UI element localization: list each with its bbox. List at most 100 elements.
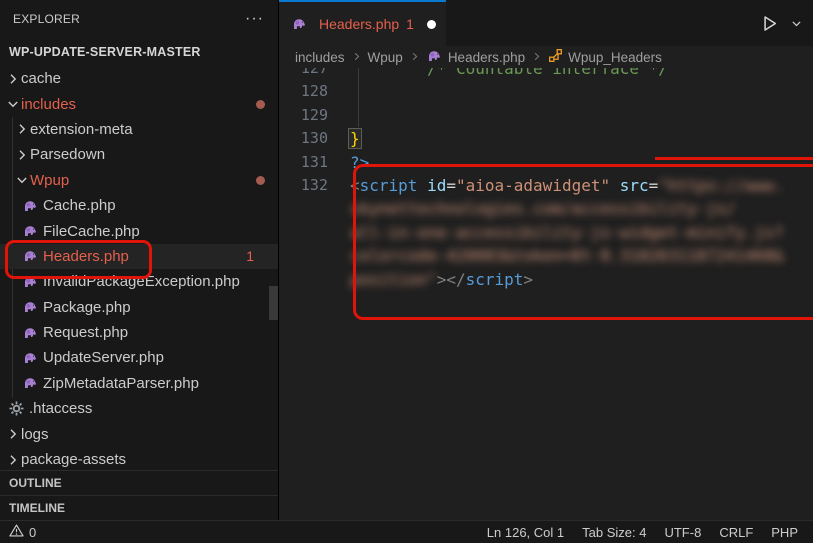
tab-label: Headers.php: [319, 16, 400, 32]
chevron-right-icon: [4, 452, 21, 468]
chevron-right-icon: [4, 71, 21, 87]
tree-item-zipmetadataparser-php[interactable]: ZipMetadataParser.php: [0, 371, 278, 396]
tree-item-label: package-assets: [21, 451, 127, 469]
breadcrumb-sep-icon: [351, 50, 362, 65]
tree-item-extension-meta[interactable]: extension-meta: [0, 117, 278, 142]
project-root-label[interactable]: WP-UPDATE-SERVER-MASTER: [0, 38, 278, 66]
code-text: ?>: [350, 152, 370, 172]
tree-item-wpup[interactable]: Wpup: [0, 168, 278, 193]
warning-icon: [9, 523, 24, 541]
problems-status[interactable]: 0: [0, 523, 36, 541]
error-dot-badge: [256, 175, 265, 185]
warning-count: 0: [29, 524, 37, 540]
breadcrumb-item-wpup[interactable]: Wpup: [368, 50, 403, 65]
tree-item-headers-php[interactable]: Headers.php 1: [0, 243, 278, 270]
line-number: [279, 244, 328, 267]
code-line-wrap[interactable]: colorcode-420083&token=8t-8.318263118724…: [279, 244, 813, 267]
php-icon: [22, 375, 39, 391]
chevron-right-icon: [13, 147, 30, 163]
tree-item-label: logs: [21, 425, 49, 443]
code-text: colorcode-420083&token=8t-8.318263118724…: [350, 246, 784, 266]
breadcrumb-item-wpup-headers[interactable]: Wpup_Headers: [548, 48, 662, 66]
code-line-129[interactable]: 129: [279, 104, 813, 127]
timeline-section-label: TIMELINE: [9, 501, 65, 515]
php-icon: [291, 16, 308, 32]
chevron-down-icon: [13, 172, 30, 188]
explorer-title: EXPLORER: [13, 12, 80, 26]
code-line-128[interactable]: 128: [279, 80, 813, 103]
run-icon[interactable]: [760, 14, 779, 33]
ellipsis-icon[interactable]: ···: [245, 11, 264, 27]
tree-item-parsedown[interactable]: Parsedown: [0, 142, 278, 167]
tree-item-logs[interactable]: logs: [0, 421, 278, 446]
code-text: position"></script>: [350, 269, 534, 289]
tree-item-package-php[interactable]: Package.php: [0, 295, 278, 320]
line-number: [279, 268, 328, 291]
php-icon: [22, 274, 39, 290]
error-dot-badge: [256, 99, 265, 109]
code-text: }: [348, 128, 362, 150]
line-number: 132: [300, 175, 328, 194]
tree-item-label: Parsedown: [30, 146, 106, 164]
status-item-tab-size-4[interactable]: Tab Size: 4: [573, 525, 655, 540]
line-number: 129: [300, 105, 328, 124]
outline-section-label: OUTLINE: [9, 476, 62, 490]
code-line-wrap[interactable]: position"></script>: [279, 268, 813, 291]
status-bar-right: Ln 126, Col 1 Tab Size: 4 UTF-8 CRLF PHP: [478, 525, 813, 540]
tree-item-updateserver-php[interactable]: UpdateServer.php: [0, 345, 278, 370]
timeline-section-header[interactable]: TIMELINE: [0, 495, 278, 520]
chevron-right-icon: [13, 121, 30, 137]
error-count-badge: 1: [246, 248, 254, 265]
php-icon: [22, 299, 39, 315]
tree-item-label: Wpup: [30, 171, 70, 189]
tree-item--htaccess[interactable]: .htaccess: [0, 396, 278, 421]
tab-modified-dot-icon: [426, 19, 436, 29]
tab-headers-php[interactable]: Headers.php 1: [279, 0, 446, 46]
tree-item-request-php[interactable]: Request.php: [0, 320, 278, 345]
breadcrumb-item-includes[interactable]: includes: [295, 50, 345, 65]
breadcrumb-label: Wpup: [367, 49, 403, 65]
breadcrumb-sep-icon: [409, 50, 420, 65]
php-icon: [22, 325, 39, 341]
status-item-php[interactable]: PHP: [762, 525, 807, 540]
code-line-131[interactable]: 131 ?>: [279, 151, 813, 174]
class-symbol-icon: [548, 48, 563, 66]
line-number: 130: [300, 129, 328, 148]
tree-item-label: Package.php: [43, 298, 131, 316]
gear-icon: [8, 401, 25, 417]
vscode-window: EXPLORER ··· WP-UPDATE-SERVER-MASTER cac…: [0, 0, 813, 543]
tree-item-filecache-php[interactable]: FileCache.php: [0, 218, 278, 243]
status-item-ln-126-col-1[interactable]: Ln 126, Col 1: [478, 525, 573, 540]
editor-group: 127 /* Countable interface */128 129 130} 1…: [279, 0, 813, 520]
tree-item-includes[interactable]: includes: [0, 91, 278, 116]
breadcrumb-item-headers-php[interactable]: Headers.php: [426, 48, 525, 67]
code-text: skynettechnologies.com/accessibility-js/: [350, 199, 736, 219]
line-number: [279, 197, 328, 220]
tree-item-label: cache: [21, 70, 62, 88]
php-icon: [22, 198, 39, 214]
code-line-wrap[interactable]: all-in-one-accessibility-js-widget-minif…: [279, 221, 813, 244]
tree-item-label: FileCache.php: [43, 222, 140, 240]
chevron-down-icon[interactable]: [790, 17, 803, 30]
tree-item-label: Request.php: [43, 324, 129, 342]
tree-item-cache-php[interactable]: Cache.php: [0, 193, 278, 218]
breadcrumb-label: includes: [295, 49, 345, 65]
tree-item-package-assets[interactable]: package-assets: [0, 447, 278, 470]
explorer-sidebar: EXPLORER ··· WP-UPDATE-SERVER-MASTER cac…: [0, 0, 279, 520]
status-item-crlf[interactable]: CRLF: [710, 525, 762, 540]
php-icon: [22, 248, 39, 264]
code-line-130[interactable]: 130}: [279, 127, 813, 150]
explorer-header: EXPLORER ···: [0, 0, 278, 38]
status-item-utf-8[interactable]: UTF-8: [655, 525, 710, 540]
breadcrumb-label: Headers.php: [447, 49, 526, 65]
tab-error-count: 1: [406, 16, 414, 32]
tree-item-invalidpackageexception-php[interactable]: InvalidPackageException.php: [0, 269, 278, 294]
tree-item-cache[interactable]: cache: [0, 66, 278, 91]
outline-section-header[interactable]: OUTLINE: [0, 470, 278, 495]
code-area[interactable]: 127 /* Countable interface */128 129 130} 1…: [279, 57, 813, 291]
code-line-132[interactable]: 132 <script id="aioa-adawidget" src="http…: [279, 174, 813, 197]
sidebar-scrollbar-thumb[interactable]: [269, 286, 278, 320]
tree-item-label: extension-meta: [30, 120, 133, 138]
code-line-wrap[interactable]: skynettechnologies.com/accessibility-js/: [279, 197, 813, 220]
chevron-right-icon: [4, 426, 21, 442]
